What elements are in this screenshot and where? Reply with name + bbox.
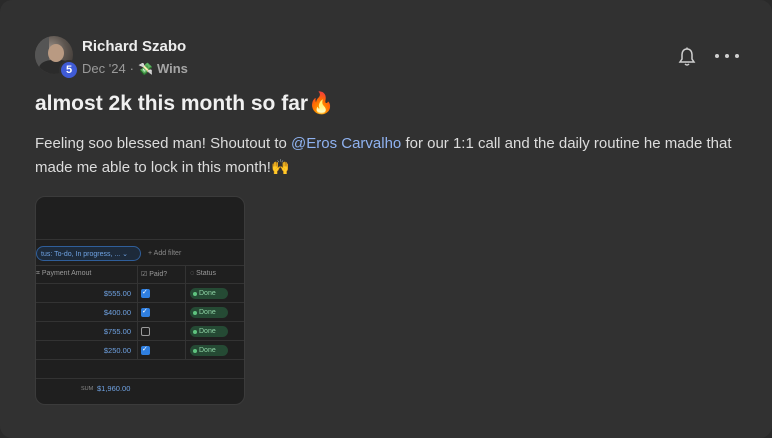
add-filter-button: + Add filter [148, 250, 182, 257]
user-mention[interactable]: @Eros Carvalho [291, 135, 401, 152]
author-name[interactable]: Richard Szabo [82, 38, 186, 55]
post-body-text: Feeling soo blessed man! Shoutout to [35, 135, 291, 152]
post-category[interactable]: Wins [157, 61, 188, 76]
divider [36, 340, 244, 341]
status-badge-label: Done [199, 309, 216, 316]
sum-value: $1,960.00 [97, 384, 131, 393]
column-header-amount: ⌗ Payment Amout [36, 270, 92, 277]
status-filter-pill: tus: To-do, In progress, ... ⌄ [36, 246, 141, 261]
column-header-status-label: Status [196, 270, 216, 277]
status-badge: Done [190, 345, 228, 356]
status-badge-label: Done [199, 328, 216, 335]
meta-separator: · [129, 61, 135, 76]
attachment-image[interactable] [35, 196, 245, 405]
status-badge: Done [190, 307, 228, 318]
paid-checkbox [141, 288, 150, 298]
more-options-icon[interactable] [715, 48, 739, 64]
post-body: Feeling soo blessed man! Shoutout to @Er… [35, 132, 750, 180]
divider [36, 302, 244, 303]
paid-checkbox [141, 307, 150, 317]
paid-checkbox [141, 345, 150, 355]
sum-label: SUM [81, 386, 94, 392]
row-amount: $400.00 [103, 308, 131, 317]
post-meta: Dec '24 · 💸 Wins [82, 61, 188, 76]
divider [36, 359, 244, 360]
divider [36, 321, 244, 322]
money-wings-icon: 💸 [138, 61, 153, 76]
divider [36, 283, 244, 284]
status-badge: Done [190, 288, 228, 299]
row-amount: $555.00 [103, 289, 131, 298]
divider [36, 378, 244, 379]
column-header-amount-label: Payment Amout [41, 270, 92, 277]
column-header-paid-label: Paid? [149, 271, 168, 278]
level-badge: 5 [59, 60, 79, 80]
post-card: 5 Richard Szabo Dec '24 · 💸 Wins almost … [0, 0, 772, 438]
paid-checkbox [141, 327, 150, 336]
column-header-paid: ☑ Paid? [141, 271, 168, 278]
column-header-status: ◌ Status [190, 270, 216, 277]
status-badge-label: Done [199, 347, 216, 354]
row-amount: $250.00 [103, 346, 131, 355]
bell-icon[interactable] [677, 46, 697, 68]
status-badge-label: Done [199, 290, 216, 297]
column-divider [137, 265, 138, 360]
column-divider [185, 265, 186, 360]
status-badge: Done [190, 326, 228, 337]
divider [36, 265, 244, 266]
post-title: almost 2k this month so far🔥 [35, 92, 335, 115]
divider [36, 239, 244, 240]
post-date: Dec '24 [82, 61, 126, 76]
row-amount: $755.00 [103, 327, 131, 336]
